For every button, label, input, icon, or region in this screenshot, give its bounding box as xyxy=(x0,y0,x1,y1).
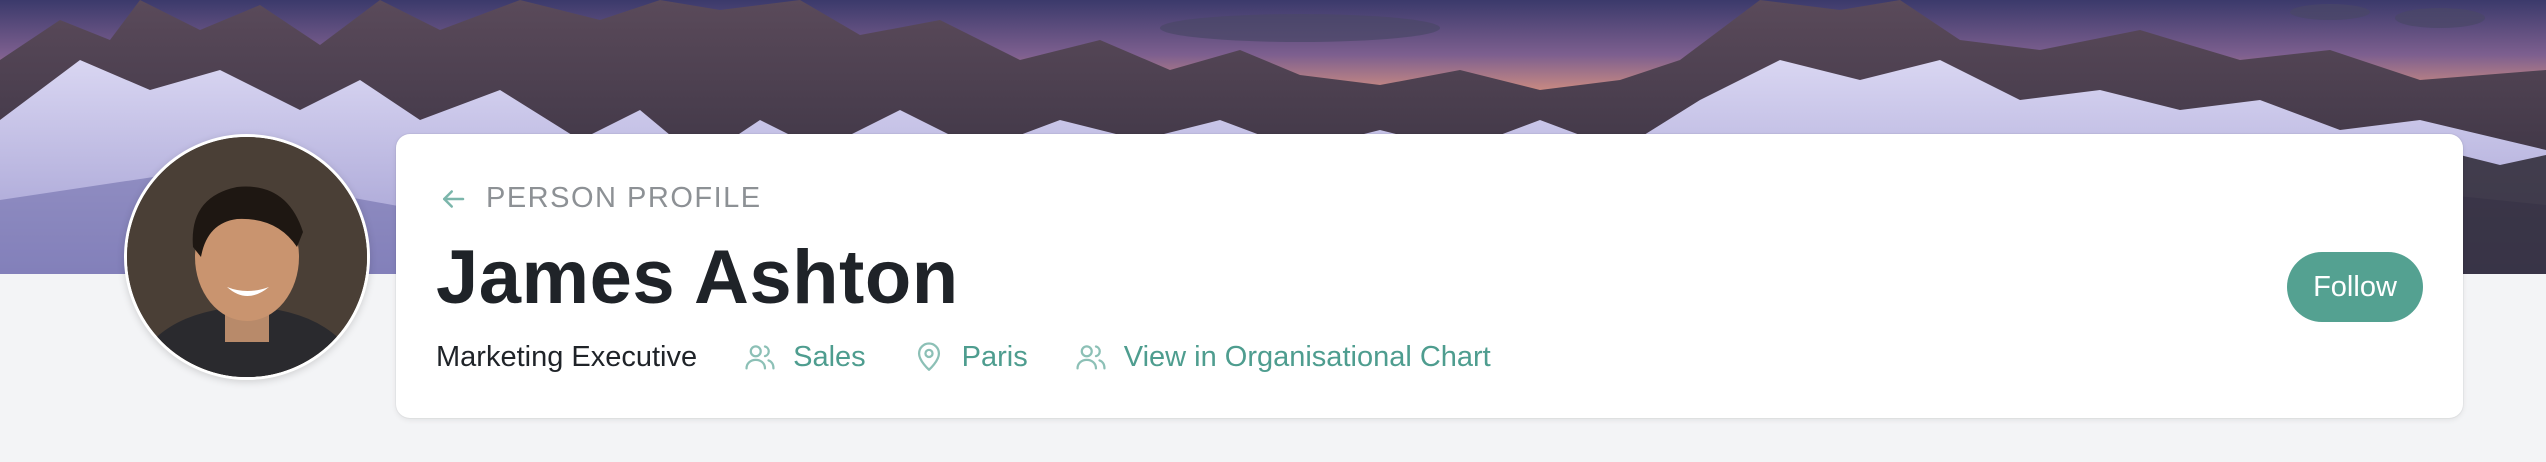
org-chart-link[interactable]: View in Organisational Chart xyxy=(1074,340,1491,374)
breadcrumb: PERSON PROFILE xyxy=(438,182,762,215)
map-pin-icon xyxy=(917,342,940,371)
follow-button[interactable]: Follow xyxy=(2287,252,2423,322)
profile-card: PERSON PROFILE James Ashton Marketing Ex… xyxy=(396,134,2463,418)
location-label: Paris xyxy=(961,340,1028,373)
department-link[interactable]: Sales xyxy=(743,340,866,374)
department-label: Sales xyxy=(793,340,866,373)
profile-avatar xyxy=(124,134,370,380)
arrow-left-icon[interactable] xyxy=(438,184,468,214)
location-link[interactable]: Paris xyxy=(912,340,1028,374)
profile-meta: Marketing Executive Sales Paris View in … xyxy=(436,340,1537,374)
page-label: PERSON PROFILE xyxy=(486,182,762,214)
person-name: James Ashton xyxy=(436,235,959,320)
job-title: Marketing Executive xyxy=(436,340,698,373)
users-icon xyxy=(745,345,775,370)
org-chart-label: View in Organisational Chart xyxy=(1123,340,1491,373)
person-photo xyxy=(127,137,367,377)
users-icon xyxy=(1076,345,1106,370)
